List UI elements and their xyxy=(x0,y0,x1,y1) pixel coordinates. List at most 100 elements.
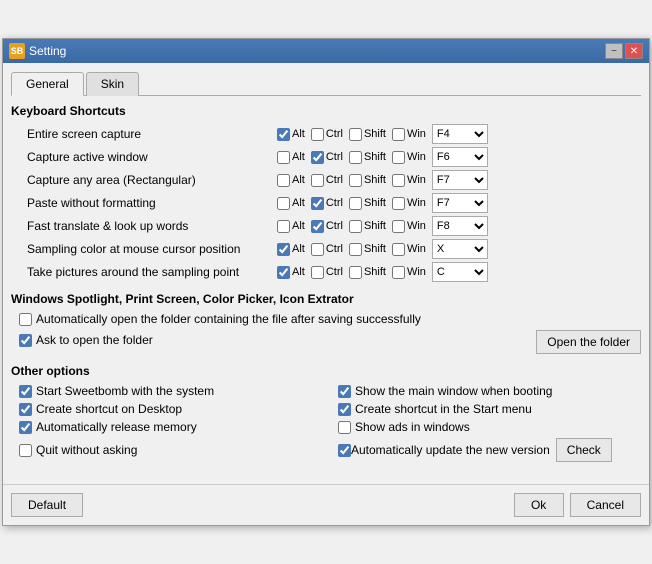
ctrl-checkbox-5[interactable] xyxy=(311,243,324,256)
open-folder-button[interactable]: Open the folder xyxy=(536,330,641,354)
shortcut-label-4: Fast translate & look up words xyxy=(27,219,277,233)
alt-checkbox-4[interactable] xyxy=(277,220,290,233)
ask-open-checkbox[interactable] xyxy=(19,334,32,347)
shift-checkbox-4[interactable] xyxy=(349,220,362,233)
ok-button[interactable]: Ok xyxy=(514,493,564,517)
shift-checkbox-1[interactable] xyxy=(349,151,362,164)
default-button[interactable]: Default xyxy=(11,493,83,517)
ctrl-checkbox-2[interactable] xyxy=(311,174,324,187)
mod-alt-0: Alt xyxy=(277,128,305,141)
close-button[interactable]: ✕ xyxy=(625,43,643,59)
opt-right-checkbox-3[interactable] xyxy=(338,444,351,457)
title-bar: SB Setting − ✕ xyxy=(3,39,649,63)
opt-left-label-0: Start Sweetbomb with the system xyxy=(36,384,214,398)
settings-window: SB Setting − ✕ General Skin Keyboard Sho… xyxy=(2,38,650,526)
bottom-row: Automatically update the new version Che… xyxy=(338,438,641,462)
modifier-group-4: Alt Ctrl Shift Win F8F1F2F3F4F5F6F7 xyxy=(277,216,641,236)
shortcut-row-6: Take pictures around the sampling point … xyxy=(11,262,641,282)
minimize-button[interactable]: − xyxy=(605,43,623,59)
other-opt-left-1: Create shortcut on Desktop xyxy=(19,402,322,416)
opt-right-checkbox-0[interactable] xyxy=(338,385,351,398)
mod-shift-0: Shift xyxy=(349,128,386,141)
key-select-2[interactable]: F7F1F2F3F4F5F6F8 xyxy=(432,170,488,190)
alt-checkbox-5[interactable] xyxy=(277,243,290,256)
check-button[interactable]: Check xyxy=(556,438,612,462)
alt-label-0: Alt xyxy=(292,128,305,140)
tab-bar: General Skin xyxy=(11,71,641,96)
alt-checkbox-0[interactable] xyxy=(277,128,290,141)
other-options-grid: Start Sweetbomb with the system Show the… xyxy=(11,384,641,462)
shift-label-0: Shift xyxy=(364,128,386,140)
shift-checkbox-6[interactable] xyxy=(349,266,362,279)
modifier-group-0: Alt Ctrl Shift Win F4F1F2 xyxy=(277,124,641,144)
shift-checkbox-5[interactable] xyxy=(349,243,362,256)
other-opt-right-2: Show ads in windows xyxy=(338,420,641,434)
tab-skin[interactable]: Skin xyxy=(86,72,139,96)
shortcut-row-0: Entire screen capture Alt Ctrl Shift xyxy=(11,124,641,144)
shortcut-row-2: Capture any area (Rectangular) Alt Ctrl … xyxy=(11,170,641,190)
modifier-group-3: Alt Ctrl Shift Win F7F1F2F3F4F5F6F8 xyxy=(277,193,641,213)
opt-left-label-2: Automatically release memory xyxy=(36,420,197,434)
shift-checkbox-2[interactable] xyxy=(349,174,362,187)
opt-right-label-1: Create shortcut in the Start menu xyxy=(355,402,532,416)
ctrl-checkbox-6[interactable] xyxy=(311,266,324,279)
opt-right-checkbox-1[interactable] xyxy=(338,403,351,416)
title-bar-left: SB Setting xyxy=(9,43,66,59)
win-checkbox-4[interactable] xyxy=(392,220,405,233)
key-select-4[interactable]: F8F1F2F3F4F5F6F7 xyxy=(432,216,488,236)
shift-checkbox-3[interactable] xyxy=(349,197,362,210)
ctrl-checkbox-3[interactable] xyxy=(311,197,324,210)
auto-open-row: Automatically open the folder containing… xyxy=(11,312,641,326)
ctrl-checkbox-1[interactable] xyxy=(311,151,324,164)
win-checkbox-6[interactable] xyxy=(392,266,405,279)
window-title: Setting xyxy=(29,44,66,58)
opt-left-checkbox-0[interactable] xyxy=(19,385,32,398)
ctrl-checkbox-4[interactable] xyxy=(311,220,324,233)
alt-checkbox-6[interactable] xyxy=(277,266,290,279)
shortcut-label-0: Entire screen capture xyxy=(27,127,277,141)
content-area: General Skin Keyboard Shortcuts Entire s… xyxy=(3,63,649,480)
win-checkbox-0[interactable] xyxy=(392,128,405,141)
opt-left-checkbox-3[interactable] xyxy=(19,444,32,457)
opt-right-checkbox-2[interactable] xyxy=(338,421,351,434)
key-select-0[interactable]: F4F1F2F3F5F6F7F8 xyxy=(432,124,488,144)
win-checkbox-1[interactable] xyxy=(392,151,405,164)
shift-checkbox-0[interactable] xyxy=(349,128,362,141)
shortcut-label-2: Capture any area (Rectangular) xyxy=(27,173,277,187)
alt-checkbox-2[interactable] xyxy=(277,174,290,187)
title-controls: − ✕ xyxy=(605,43,643,59)
ctrl-checkbox-0[interactable] xyxy=(311,128,324,141)
mod-ctrl-0: Ctrl xyxy=(311,128,343,141)
win-checkbox-2[interactable] xyxy=(392,174,405,187)
key-select-6[interactable]: CXVAF1 xyxy=(432,262,488,282)
opt-left-checkbox-1[interactable] xyxy=(19,403,32,416)
shortcut-row-3: Paste without formatting Alt Ctrl Shift … xyxy=(11,193,641,213)
tab-general[interactable]: General xyxy=(11,72,84,96)
other-section-title: Other options xyxy=(11,364,641,378)
ask-open-row: Ask to open the folder Open the folder xyxy=(11,330,641,354)
key-select-5[interactable]: XCVAF1 xyxy=(432,239,488,259)
ctrl-label-0: Ctrl xyxy=(326,128,343,140)
mod-win-0: Win xyxy=(392,128,426,141)
win-checkbox-3[interactable] xyxy=(392,197,405,210)
shortcut-row-1: Capture active window Alt Ctrl Shift Win… xyxy=(11,147,641,167)
win-label-0: Win xyxy=(407,128,426,140)
other-opt-right-0: Show the main window when booting xyxy=(338,384,641,398)
opt-left-label-1: Create shortcut on Desktop xyxy=(36,402,182,416)
modifier-group-5: Alt Ctrl Shift Win XCVAF1 xyxy=(277,239,641,259)
win-checkbox-5[interactable] xyxy=(392,243,405,256)
cancel-button[interactable]: Cancel xyxy=(570,493,641,517)
other-opt-left-2: Automatically release memory xyxy=(19,420,322,434)
opt-right-label-3: Automatically update the new version xyxy=(351,443,550,457)
shortcut-label-5: Sampling color at mouse cursor position xyxy=(27,242,277,256)
shortcut-label-6: Take pictures around the sampling point xyxy=(27,265,277,279)
opt-left-checkbox-2[interactable] xyxy=(19,421,32,434)
key-select-3[interactable]: F7F1F2F3F4F5F6F8 xyxy=(432,193,488,213)
alt-checkbox-1[interactable] xyxy=(277,151,290,164)
opt-left-label-3: Quit without asking xyxy=(36,443,137,457)
alt-checkbox-3[interactable] xyxy=(277,197,290,210)
auto-open-checkbox[interactable] xyxy=(19,313,32,326)
key-select-1[interactable]: F6F1F2F3F4F5F7F8 xyxy=(432,147,488,167)
footer-right: Ok Cancel xyxy=(514,493,641,517)
keyboard-section-title: Keyboard Shortcuts xyxy=(11,104,641,118)
